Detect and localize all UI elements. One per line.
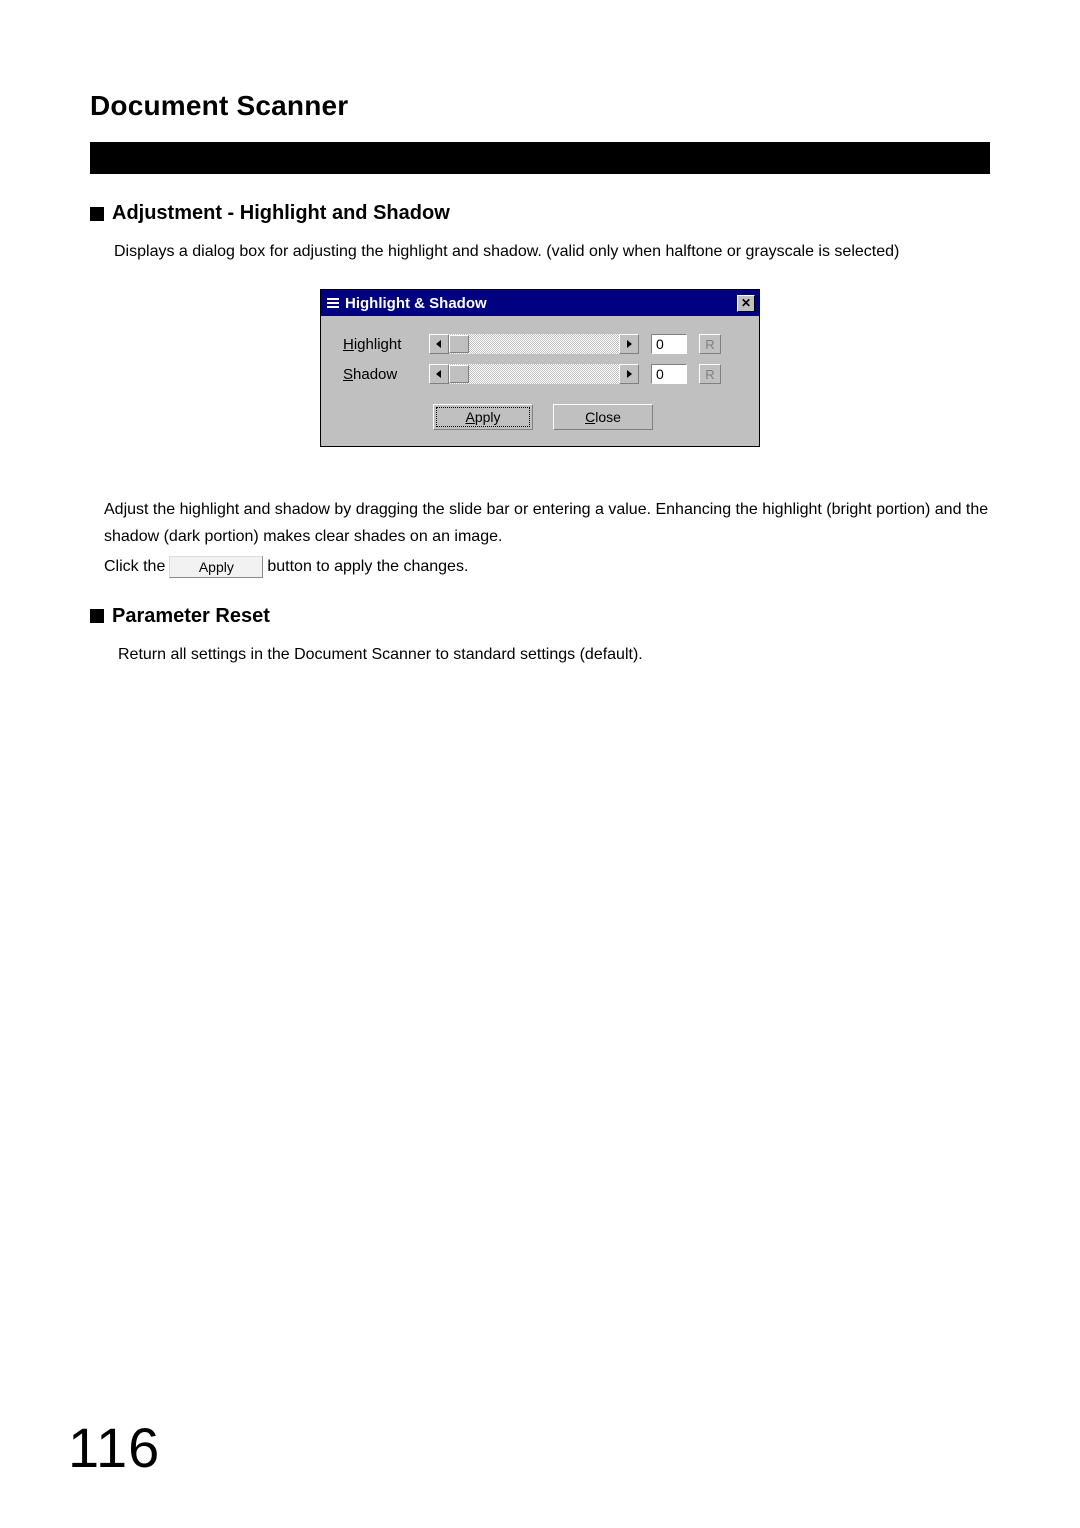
highlight-shadow-dialog: Highlight & Shadow ✕ Highlight <box>320 289 760 447</box>
shadow-label: Shadow <box>343 366 417 383</box>
instruction-para-2: Click the Apply button to apply the chan… <box>104 554 990 580</box>
slider-thumb[interactable] <box>449 365 469 383</box>
highlight-reset-button[interactable]: R <box>699 334 721 354</box>
intro-paragraph: Displays a dialog box for adjusting the … <box>114 239 990 265</box>
square-bullet-icon <box>90 207 104 221</box>
highlight-label: Highlight <box>343 336 417 353</box>
section-heading-adjustment: Adjustment - Highlight and Shadow <box>90 202 990 225</box>
square-bullet-icon <box>90 609 104 623</box>
heading-text: Adjustment - Highlight and Shadow <box>112 202 450 225</box>
close-button[interactable]: Close <box>553 404 653 430</box>
scroll-right-icon[interactable] <box>619 334 639 354</box>
slider-track[interactable] <box>449 334 619 354</box>
shadow-reset-button[interactable]: R <box>699 364 721 384</box>
shadow-row: Shadow 0 R <box>343 364 741 384</box>
dialog-titlebar: Highlight & Shadow ✕ <box>321 290 759 316</box>
highlight-row: Highlight 0 R <box>343 334 741 354</box>
highlight-value-input[interactable]: 0 <box>651 334 687 354</box>
scroll-left-icon[interactable] <box>429 334 449 354</box>
header-bar <box>90 142 990 174</box>
heading-text: Parameter Reset <box>112 605 270 628</box>
section-heading-parameter-reset: Parameter Reset <box>90 605 990 628</box>
inline-apply-button: Apply <box>169 556 263 578</box>
scroll-right-icon[interactable] <box>619 364 639 384</box>
shadow-slider[interactable] <box>429 364 639 384</box>
shadow-value-input[interactable]: 0 <box>651 364 687 384</box>
app-icon <box>327 298 339 308</box>
close-icon[interactable]: ✕ <box>737 295 755 312</box>
slider-thumb[interactable] <box>449 335 469 353</box>
page-title: Document Scanner <box>90 90 990 122</box>
apply-button[interactable]: Apply <box>433 404 533 430</box>
highlight-slider[interactable] <box>429 334 639 354</box>
dialog-title: Highlight & Shadow <box>345 295 731 312</box>
parameter-reset-body: Return all settings in the Document Scan… <box>118 642 990 668</box>
scroll-left-icon[interactable] <box>429 364 449 384</box>
page-number: 116 <box>68 1415 160 1480</box>
slider-track[interactable] <box>449 364 619 384</box>
instruction-para-1: Adjust the highlight and shadow by dragg… <box>104 497 990 550</box>
